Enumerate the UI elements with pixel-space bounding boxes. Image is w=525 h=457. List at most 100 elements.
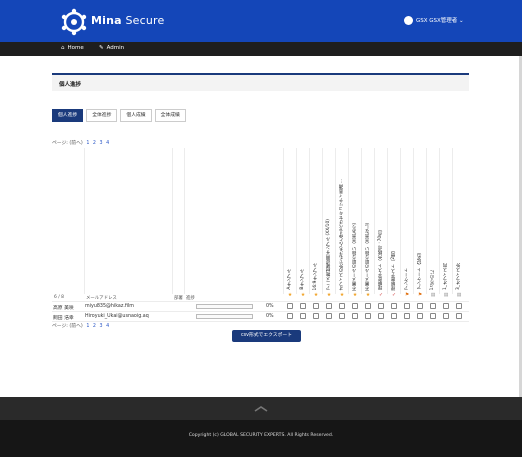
lesson-checkbox[interactable] (417, 313, 423, 319)
user-name[interactable]: 飼田 浩幸 (53, 314, 74, 321)
progress-percent: 0% (266, 314, 274, 319)
lesson-column-header[interactable]: Aサンプル (285, 148, 295, 290)
lesson-column-header[interactable]: 理解度テスト（2問） (389, 148, 399, 290)
mina-logo-icon (61, 8, 87, 36)
page-link-1[interactable]: 1 (86, 141, 89, 146)
page-link-2[interactable]: 2 (93, 141, 96, 146)
lesson-column-header[interactable]: アニメ教材確認用サンプル (XX/10) (324, 148, 334, 290)
orange-lesson-icon: ★ (300, 293, 306, 298)
column-separator (452, 148, 453, 294)
page-link-3[interactable]: 3 (100, 141, 103, 146)
user-name[interactable]: 高原 美咲 (53, 304, 74, 311)
flag-lesson-icon: ⚑ (404, 293, 410, 298)
page-link-1[interactable]: 1 (86, 324, 89, 329)
lesson-checkbox[interactable] (339, 303, 345, 309)
user-label: GSX GSX管理者 ⌄ (416, 18, 464, 24)
pager-top: ページ: (前へ) 1 2 3 4 (52, 139, 109, 146)
tab-overall-results[interactable]: 全体成績 (154, 109, 186, 122)
lesson-checkbox[interactable] (300, 313, 306, 319)
lesson-checkbox[interactable] (365, 313, 371, 319)
tab-personal-progress[interactable]: 個人進捗 (52, 109, 84, 122)
lesson-checkbox[interactable] (313, 313, 319, 319)
lesson-checkbox[interactable] (417, 303, 423, 309)
user-menu[interactable]: GSX GSX管理者 ⌄ (404, 16, 464, 25)
progress-bar (196, 304, 253, 309)
lesson-title: Bサンプル (300, 269, 305, 290)
lesson-title: アンケート（記名） (417, 250, 422, 290)
progress-bar (196, 314, 253, 319)
lesson-checkbox[interactable] (404, 313, 410, 319)
lesson-checkbox[interactable] (339, 313, 345, 319)
lesson-checkbox[interactable] (287, 303, 293, 309)
tab-overall-progress[interactable]: 全体進捗 (86, 109, 118, 122)
lesson-checkbox[interactable] (456, 313, 462, 319)
lesson-checkbox[interactable] (430, 313, 436, 319)
brand-name[interactable]: Mina Secure (91, 14, 165, 27)
doc-lesson-icon: ▤ (443, 293, 449, 298)
column-separator (172, 148, 173, 294)
lesson-column-header[interactable]: アンケート（記名） (415, 148, 425, 290)
column-separator (296, 148, 297, 294)
lesson-checkbox[interactable] (443, 303, 449, 309)
user-email: Hiroyuki_Ukai@usnaoig.aq (85, 314, 149, 319)
page-link-3[interactable]: 3 (100, 324, 103, 329)
lesson-checkbox[interactable] (378, 313, 384, 319)
orange-lesson-icon: ★ (352, 293, 358, 298)
orange-lesson-icon: ★ (365, 293, 371, 298)
lesson-column-header[interactable]: 1_オフィス内 (441, 148, 451, 290)
lesson-title: 理解度テスト（2問） (391, 247, 396, 290)
table-row: 高原 美咲 miyu835@hikaz.film 0% (52, 303, 469, 311)
column-separator (374, 148, 375, 294)
page-link-4[interactable]: 4 (106, 141, 109, 146)
lesson-title: Aサンプル (287, 269, 292, 290)
lesson-column-header[interactable]: アンケート (402, 148, 412, 290)
lesson-checkbox[interactable] (443, 313, 449, 319)
lesson-checkbox[interactable] (456, 303, 462, 309)
wrench-icon: ✎ (99, 45, 104, 51)
record-count: 6 / 8 (54, 295, 64, 300)
lesson-title: 3_オフィス外 (456, 263, 461, 290)
lesson-checkbox[interactable] (300, 303, 306, 309)
lesson-checkbox[interactable] (287, 313, 293, 319)
lesson-column-header[interactable]: オフィスの外でもきちんと守るべきセキュリティ意識 ... (337, 148, 347, 290)
page-link-2[interactable]: 2 (93, 324, 96, 329)
copyright-text: Copyright (c) GLOBAL SECURITY EXPERTS. A… (188, 433, 334, 438)
export-csv-button[interactable]: csv形式でエクスポート (232, 330, 301, 342)
lesson-checkbox[interactable] (326, 303, 332, 309)
orange-lesson-icon: ★ (326, 293, 332, 298)
nav-admin[interactable]: ✎ Admin (99, 45, 124, 51)
column-separator (387, 148, 388, 294)
lesson-column-header[interactable]: 不審メールの取り扱い（音声なし） (363, 148, 373, 290)
lesson-column-header[interactable]: 理解度テスト（合格点：70点） (376, 148, 386, 290)
lesson-title: 1_オフィス内 (443, 263, 448, 290)
tab-personal-results[interactable]: 個人成績 (120, 109, 152, 122)
scroll-to-top-icon[interactable] (254, 406, 268, 412)
pager-bottom: ページ: (前へ) 1 2 3 4 (52, 322, 109, 329)
lesson-checkbox[interactable] (326, 313, 332, 319)
lesson-checkbox[interactable] (352, 313, 358, 319)
lesson-column-header[interactable]: 3_オフィス外 (454, 148, 464, 290)
lesson-checkbox[interactable] (365, 303, 371, 309)
page-frame: Mina Secure GSX GSX管理者 ⌄ ⌂ Home ✎ Admin 個人… (0, 0, 522, 457)
avatar (404, 16, 413, 25)
column-separator (439, 148, 440, 294)
lesson-checkbox[interactable] (430, 303, 436, 309)
lesson-checkbox[interactable] (391, 313, 397, 319)
column-separator (309, 148, 310, 294)
lesson-column-header[interactable]: 1ぷりのに (428, 148, 438, 290)
lesson-column-header[interactable]: Bサンプル (298, 148, 308, 290)
lesson-checkbox[interactable] (404, 303, 410, 309)
nav-home[interactable]: ⌂ Home (61, 45, 84, 51)
lesson-column-header[interactable]: 16:9サンプル (311, 148, 321, 290)
top-header: Mina Secure GSX GSX管理者 ⌄ (0, 0, 522, 42)
lesson-checkbox[interactable] (391, 303, 397, 309)
lesson-checkbox[interactable] (378, 303, 384, 309)
page-link-4[interactable]: 4 (106, 324, 109, 329)
lesson-checkbox[interactable] (313, 303, 319, 309)
lesson-checkbox[interactable] (352, 303, 358, 309)
lesson-column-header[interactable]: 不審メールの取り扱い（音声あり） (350, 148, 360, 290)
lesson-title: アンケート (404, 268, 409, 290)
column-separator (184, 148, 185, 294)
row-divider (52, 301, 469, 302)
doc-lesson-icon: ▤ (456, 293, 462, 298)
